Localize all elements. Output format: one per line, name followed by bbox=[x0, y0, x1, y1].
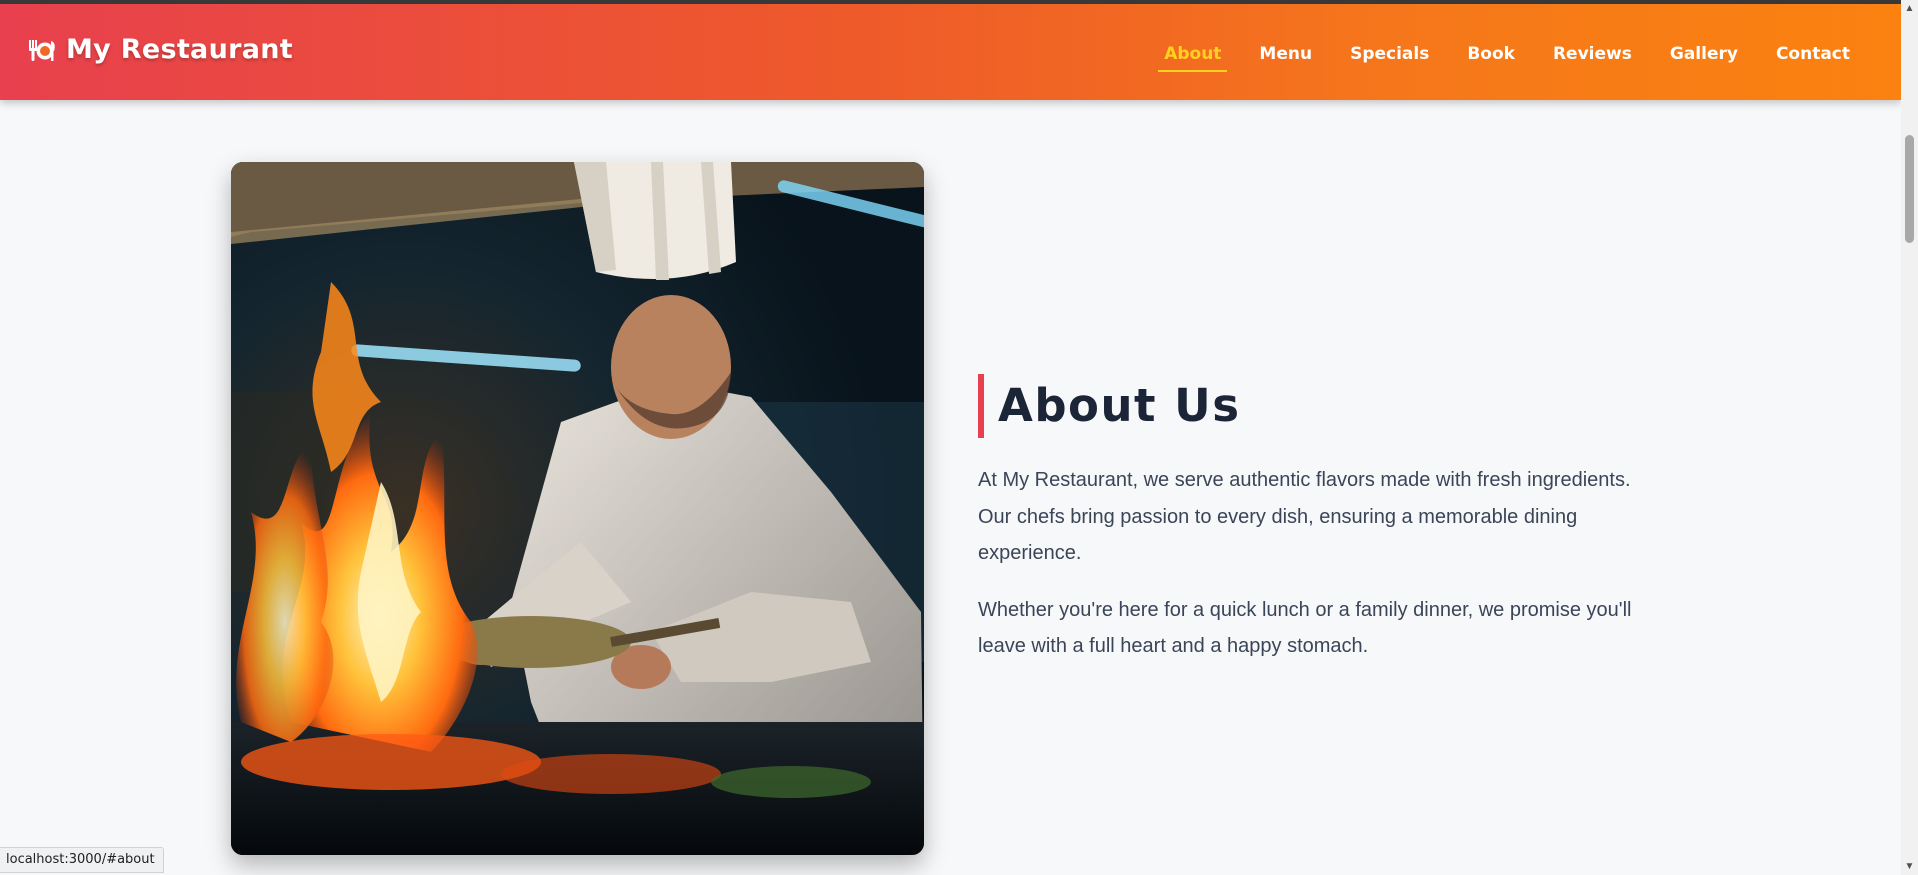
nav-link-about[interactable]: About bbox=[1145, 40, 1240, 72]
about-paragraph-2: Whether you're here for a quick lunch or… bbox=[978, 598, 1632, 658]
main-nav: About Menu Specials Book Reviews Gallery… bbox=[1145, 40, 1869, 72]
chef-photo bbox=[231, 162, 924, 855]
plate-cutlery-icon bbox=[28, 37, 56, 63]
site-header: My Restaurant About Menu Specials Book R… bbox=[0, 4, 1901, 100]
status-bar-url: localhost:3000/#about bbox=[0, 847, 164, 873]
nav-link-book[interactable]: Book bbox=[1448, 40, 1534, 72]
nav-link-specials[interactable]: Specials bbox=[1331, 40, 1448, 72]
scroll-up-arrow-icon[interactable]: ▲ bbox=[1901, 0, 1918, 17]
nav-link-contact[interactable]: Contact bbox=[1757, 40, 1869, 72]
nav-link-menu[interactable]: Menu bbox=[1240, 40, 1331, 72]
vertical-scrollbar[interactable]: ▲ ▼ bbox=[1901, 0, 1918, 875]
about-section: About Us At My Restaurant, we serve auth… bbox=[0, 100, 1901, 875]
about-heading: About Us bbox=[978, 374, 1658, 438]
scroll-thumb[interactable] bbox=[1905, 135, 1914, 243]
nav-link-reviews[interactable]: Reviews bbox=[1534, 40, 1651, 72]
scroll-down-arrow-icon[interactable]: ▼ bbox=[1901, 858, 1918, 875]
about-text-block: About Us At My Restaurant, we serve auth… bbox=[978, 374, 1658, 665]
brand-name: My Restaurant bbox=[66, 34, 293, 65]
about-paragraph-1: At My Restaurant, we serve authentic fla… bbox=[978, 469, 1631, 564]
brand-logo[interactable]: My Restaurant bbox=[28, 34, 293, 65]
nav-link-gallery[interactable]: Gallery bbox=[1651, 40, 1757, 72]
